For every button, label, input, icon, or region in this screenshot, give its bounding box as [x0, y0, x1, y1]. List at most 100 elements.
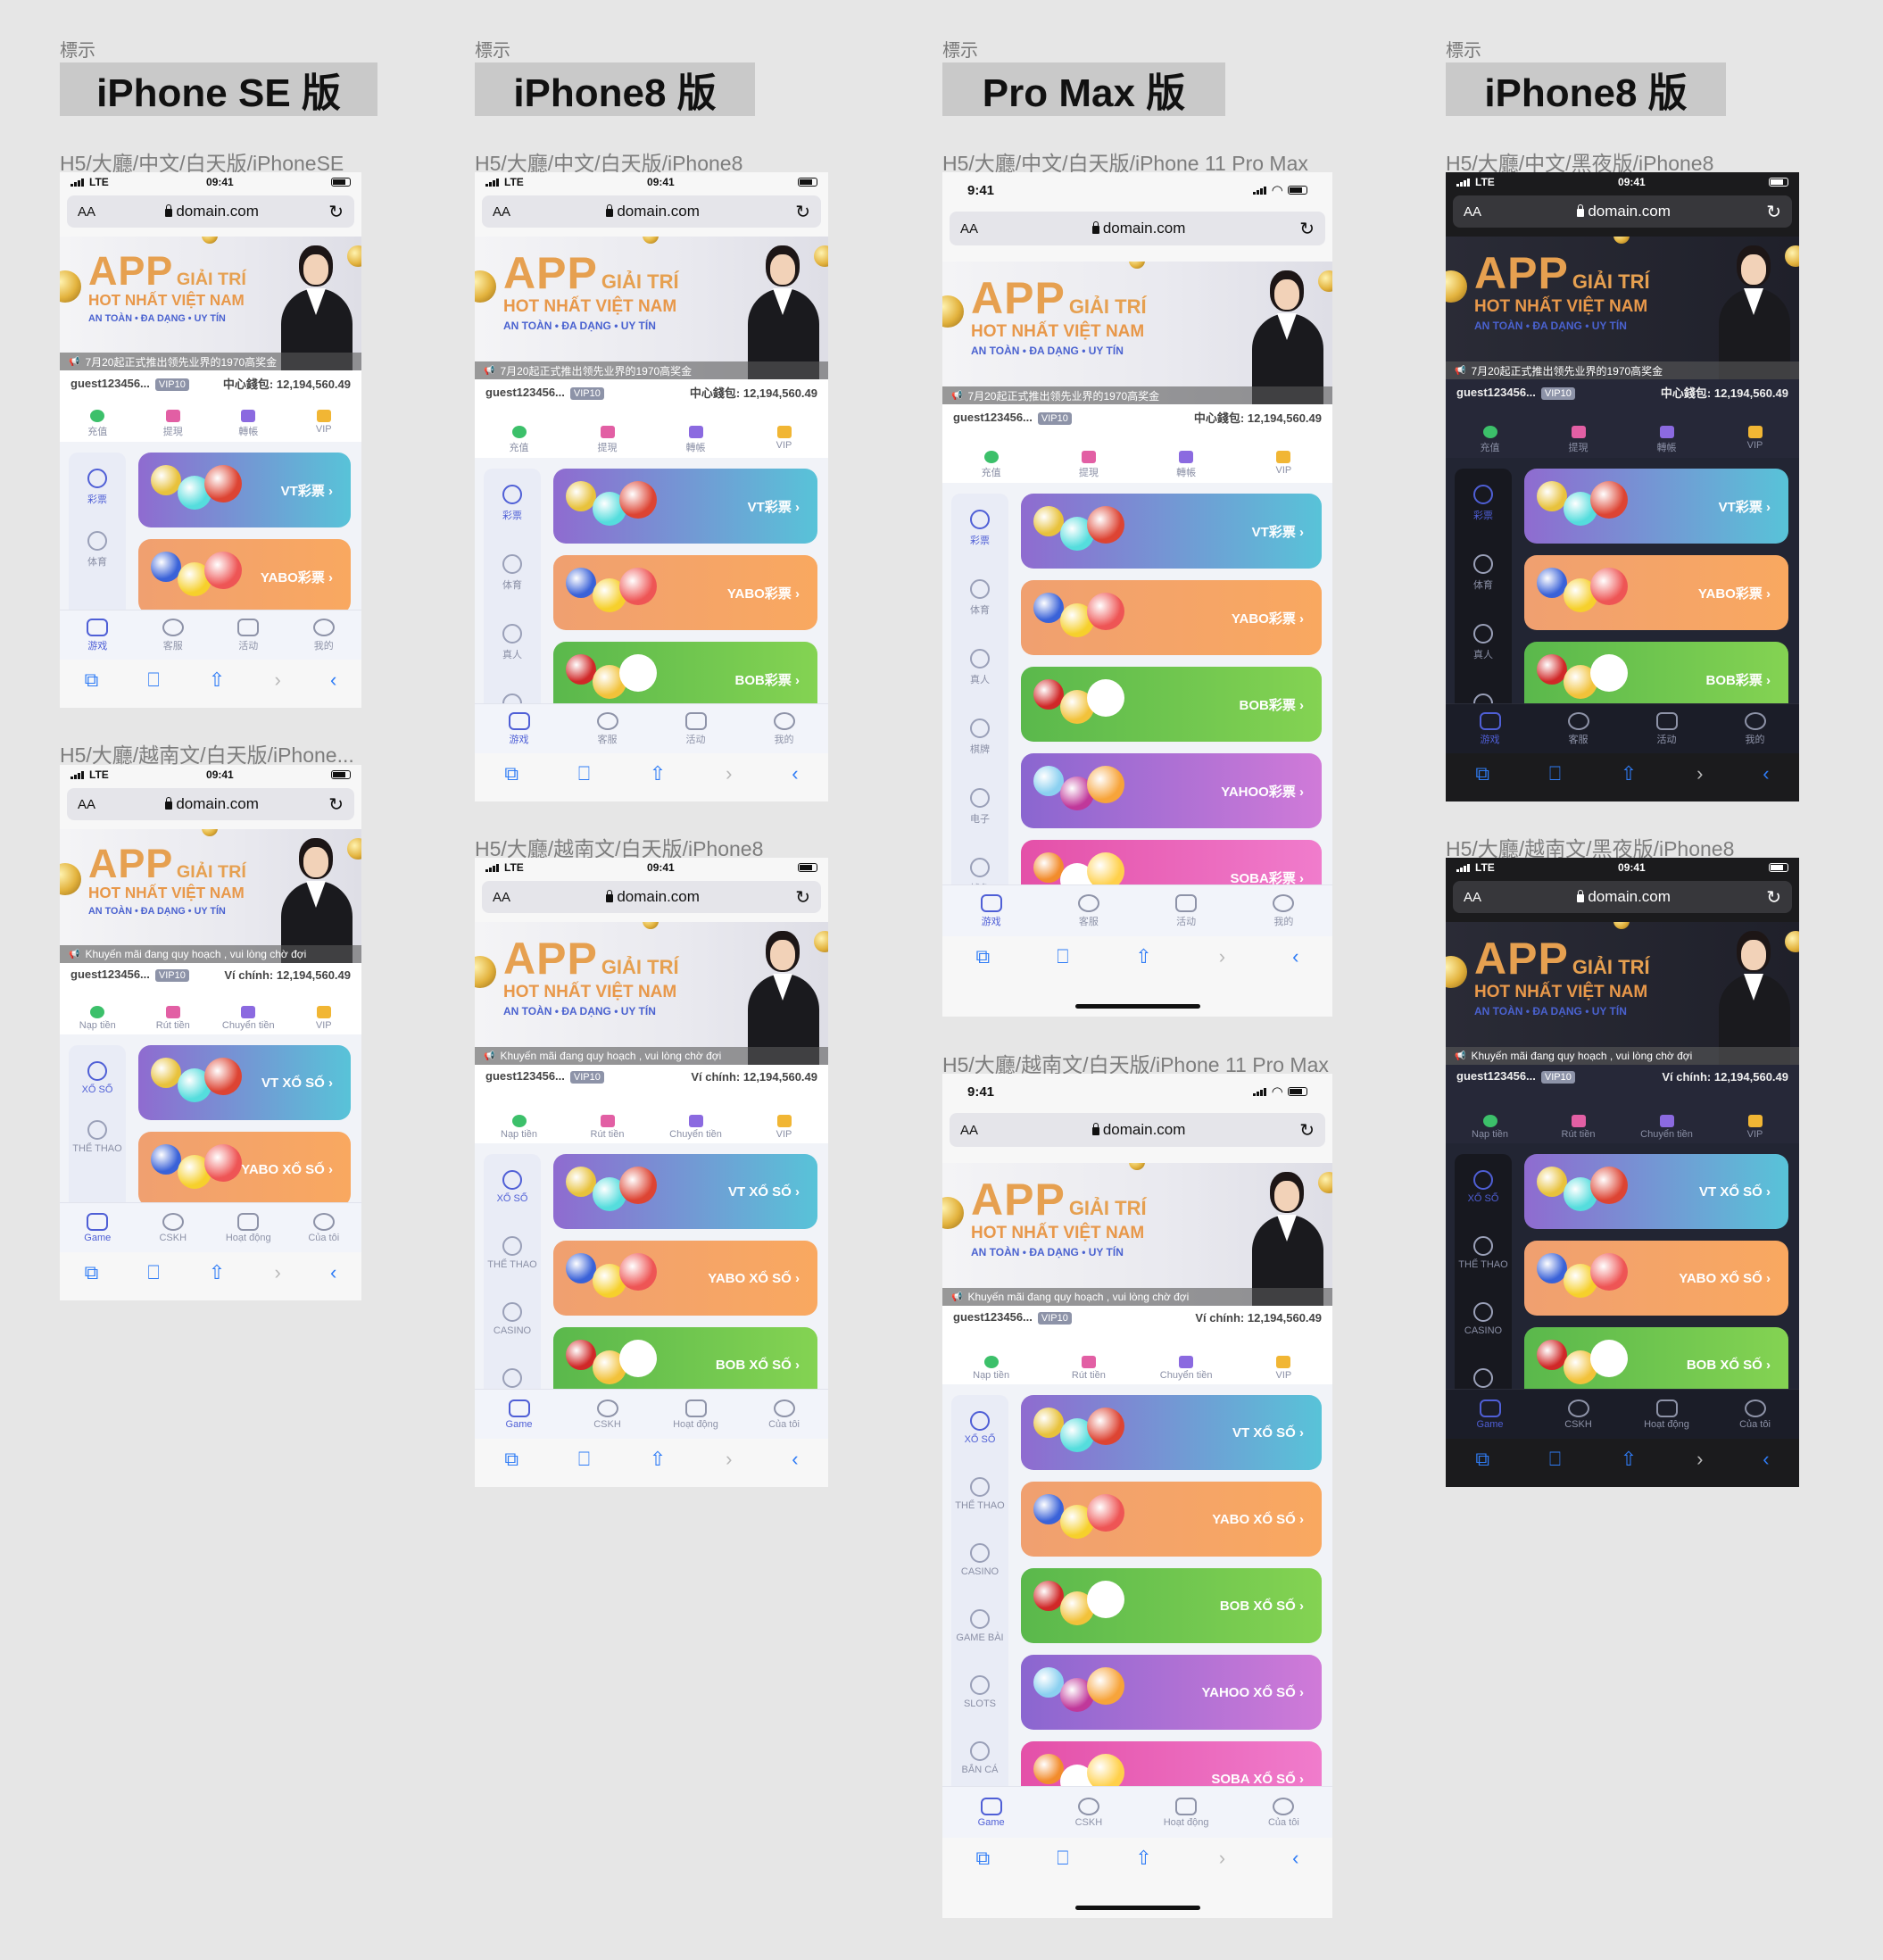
- tab-profile[interactable]: Của tôi: [1235, 1787, 1332, 1838]
- address-bar[interactable]: AA domain.com ↻: [1453, 195, 1792, 228]
- category-sports[interactable]: 体育: [1473, 554, 1493, 592]
- tab-profile[interactable]: Của tôi: [286, 1203, 362, 1252]
- tab-activity[interactable]: Hoạt động: [1622, 1390, 1711, 1439]
- category-slots[interactable]: 电子: [970, 788, 990, 826]
- category-lottery[interactable]: 彩票: [87, 469, 107, 506]
- tab-activity[interactable]: 活动: [1622, 704, 1711, 753]
- url-field[interactable]: domain.com: [165, 203, 259, 220]
- action-transfer-button[interactable]: 轉帳: [211, 410, 286, 438]
- tab-game[interactable]: Game: [60, 1203, 136, 1252]
- bookmarks-icon[interactable]: ⎕: [1549, 764, 1561, 784]
- category-sports[interactable]: THỂ THAO: [72, 1120, 122, 1154]
- tab-profile[interactable]: 我的: [1235, 885, 1332, 936]
- game-card-yabo[interactable]: YABO XỔ SỐ ›: [1524, 1241, 1788, 1316]
- tabs-icon[interactable]: ⧉: [504, 764, 518, 784]
- action-vip-button[interactable]: VIP: [1711, 426, 1799, 454]
- action-transfer-button[interactable]: 轉帳: [1622, 426, 1711, 454]
- tabs-icon[interactable]: ⧉: [975, 947, 990, 967]
- tab-profile[interactable]: Của tôi: [1711, 1390, 1799, 1439]
- url-field[interactable]: domain.com: [1577, 888, 1671, 906]
- url-field[interactable]: domain.com: [606, 888, 700, 906]
- game-card-vt[interactable]: VT彩票 ›: [1524, 469, 1788, 544]
- action-vip-button[interactable]: VIP: [740, 1115, 828, 1140]
- reload-icon[interactable]: ↻: [1766, 886, 1781, 909]
- text-size-button[interactable]: AA: [78, 204, 95, 220]
- tabs-icon[interactable]: ⧉: [85, 670, 99, 690]
- promo-banner[interactable]: APP GIẢI TRÍ HOT NHẤT VIỆT NAM AN TOÀN • ĐA…: [475, 237, 828, 379]
- address-bar[interactable]: AA domain.com ↻: [67, 195, 354, 228]
- action-vip-button[interactable]: VIP: [1235, 1356, 1332, 1381]
- tab-support[interactable]: CSKH: [1534, 1390, 1622, 1439]
- tab-game[interactable]: Game: [475, 1390, 563, 1439]
- game-card-vt[interactable]: VT彩票 ›: [553, 469, 817, 544]
- reload-icon[interactable]: ↻: [1766, 201, 1781, 223]
- forward-icon[interactable]: ›: [1696, 1449, 1703, 1469]
- category-sports[interactable]: 体育: [87, 531, 107, 569]
- category-cards[interactable]: 棋牌: [970, 718, 990, 756]
- reload-icon[interactable]: ↻: [328, 201, 344, 223]
- action-deposit-button[interactable]: 充值: [60, 410, 136, 438]
- back-icon[interactable]: ‹: [1292, 1848, 1298, 1868]
- back-icon[interactable]: ‹: [1763, 1449, 1769, 1469]
- bookmarks-icon[interactable]: ⎕: [578, 764, 590, 784]
- promo-banner[interactable]: APP GIẢI TRÍ HOT NHẤT VIỆT NAM AN TOÀN • ĐA…: [942, 1163, 1332, 1306]
- tab-support[interactable]: 客服: [136, 610, 212, 660]
- share-icon[interactable]: ⇧: [209, 1263, 225, 1283]
- category-live[interactable]: 真人: [502, 624, 522, 661]
- tab-support[interactable]: CSKH: [1040, 1787, 1137, 1838]
- action-withdraw-button[interactable]: Rút tiền: [136, 1006, 212, 1031]
- category-sports[interactable]: 体育: [502, 554, 522, 592]
- category-lottery[interactable]: 彩票: [502, 485, 522, 522]
- promo-banner[interactable]: APP GIẢI TRÍ HOT NHẤT VIỆT NAM AN TOÀN • ĐA…: [942, 262, 1332, 404]
- bookmarks-icon[interactable]: ⎕: [1057, 1848, 1068, 1868]
- game-card-yahoo[interactable]: YAHOO XỔ SỐ ›: [1021, 1655, 1322, 1730]
- game-card-vt[interactable]: VT XỔ SỐ ›: [553, 1154, 817, 1229]
- category-lottery[interactable]: 彩票: [1473, 485, 1493, 522]
- category-lottery[interactable]: XỔ SỐ: [1468, 1170, 1498, 1204]
- text-size-button[interactable]: AA: [960, 221, 978, 237]
- text-size-button[interactable]: AA: [493, 204, 510, 220]
- tab-profile[interactable]: 我的: [1711, 704, 1799, 753]
- game-card-bob[interactable]: BOB彩票 ›: [1021, 667, 1322, 742]
- tabs-icon[interactable]: ⧉: [975, 1848, 990, 1868]
- text-size-button[interactable]: AA: [493, 890, 510, 905]
- action-deposit-button[interactable]: 充值: [942, 451, 1040, 479]
- tab-activity[interactable]: Hoạt động: [1138, 1787, 1235, 1838]
- tab-game[interactable]: 游戏: [942, 885, 1040, 936]
- reload-icon[interactable]: ↻: [1299, 218, 1315, 240]
- tab-support[interactable]: 客服: [1040, 885, 1137, 936]
- action-withdraw-button[interactable]: 提現: [1534, 426, 1622, 454]
- action-deposit-button[interactable]: Nạp tiền: [1446, 1115, 1534, 1140]
- action-transfer-button[interactable]: Chuyển tiền: [651, 1115, 740, 1140]
- action-vip-button[interactable]: VIP: [286, 1006, 362, 1031]
- game-card-yabo[interactable]: YABO彩票 ›: [1524, 555, 1788, 630]
- address-bar[interactable]: AA domain.com ↻: [482, 881, 821, 913]
- action-transfer-button[interactable]: 轉帳: [651, 426, 740, 454]
- category-fishing[interactable]: BẮN CÁ: [962, 1741, 998, 1775]
- tab-activity[interactable]: 活动: [651, 704, 740, 753]
- action-deposit-button[interactable]: 充值: [1446, 426, 1534, 454]
- tabs-icon[interactable]: ⧉: [85, 1263, 99, 1283]
- action-deposit-button[interactable]: Nạp tiền: [60, 1006, 136, 1031]
- reload-icon[interactable]: ↻: [795, 201, 810, 223]
- category-sports[interactable]: THỂ THAO: [955, 1477, 1005, 1511]
- action-withdraw-button[interactable]: Rút tiền: [563, 1115, 651, 1140]
- promo-banner[interactable]: APP GIẢI TRÍ HOT NHẤT VIỆT NAM AN TOÀN • ĐA…: [60, 829, 361, 963]
- share-icon[interactable]: ⇧: [650, 764, 666, 784]
- action-transfer-button[interactable]: 轉帳: [1138, 451, 1235, 479]
- reload-icon[interactable]: ↻: [795, 886, 810, 909]
- game-card-vt[interactable]: VT XỔ SỐ ›: [1021, 1395, 1322, 1470]
- tab-game[interactable]: 游戏: [475, 704, 563, 753]
- category-sports[interactable]: THỂ THAO: [487, 1236, 537, 1270]
- action-transfer-button[interactable]: Chuyển tiền: [1138, 1356, 1235, 1381]
- forward-icon[interactable]: ›: [726, 1449, 732, 1469]
- game-card-vt[interactable]: VT彩票 ›: [1021, 494, 1322, 569]
- tab-support[interactable]: CSKH: [136, 1203, 212, 1252]
- tab-activity[interactable]: 活动: [1138, 885, 1235, 936]
- game-card-yabo[interactable]: YABO XỔ SỐ ›: [1021, 1482, 1322, 1557]
- action-withdraw-button[interactable]: Rút tiền: [1534, 1115, 1622, 1140]
- action-vip-button[interactable]: VIP: [286, 410, 362, 438]
- game-card-vt[interactable]: VT XỔ SỐ ›: [138, 1045, 351, 1120]
- game-card-yabo[interactable]: YABO彩票 ›: [138, 539, 351, 614]
- game-card-yahoo[interactable]: YAHOO彩票 ›: [1021, 753, 1322, 828]
